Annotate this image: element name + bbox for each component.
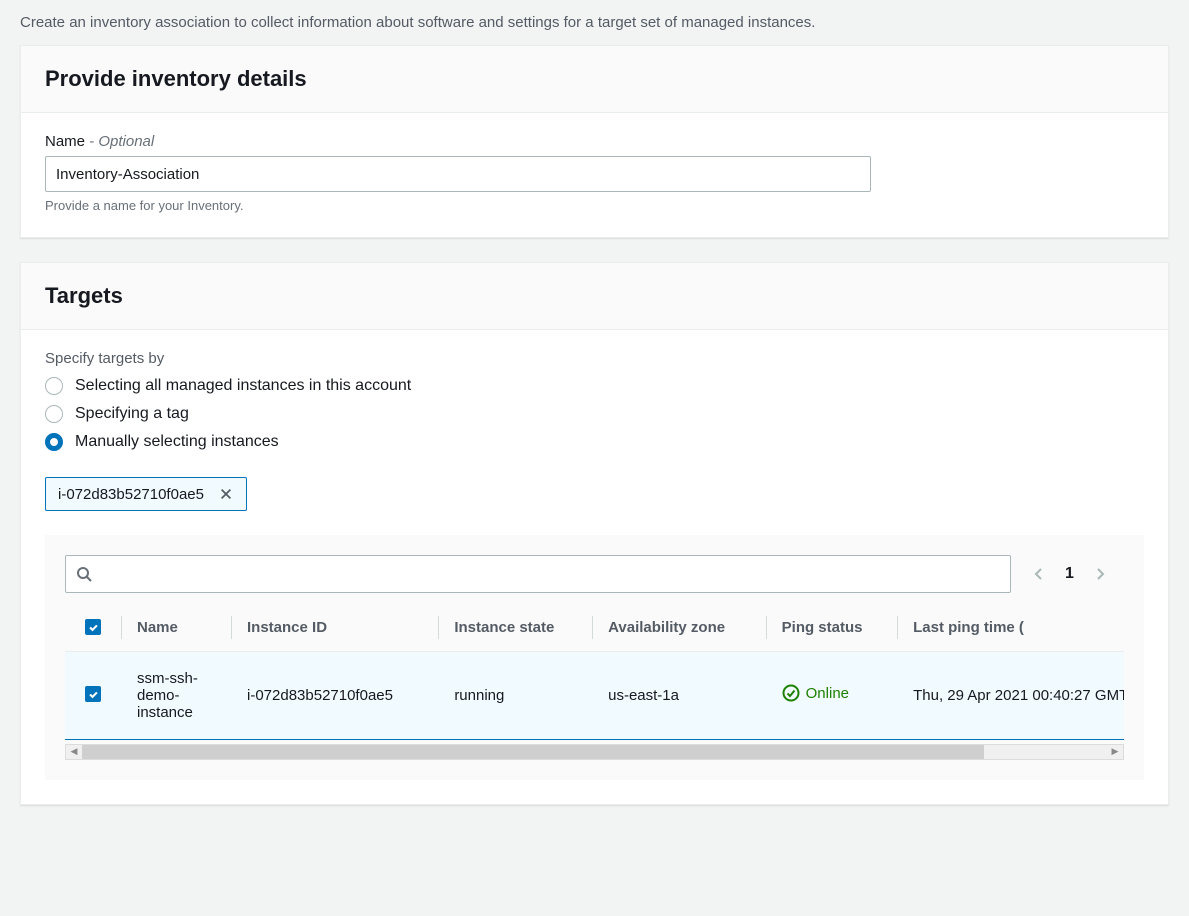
radio-icon <box>45 405 63 423</box>
col-last-ping[interactable]: Last ping time ( <box>897 605 1124 651</box>
chevron-left-icon <box>1031 566 1047 582</box>
header-select-all <box>65 605 121 651</box>
chevron-right-icon <box>1092 566 1108 582</box>
panel-header: Provide inventory details <box>21 46 1168 113</box>
cell-last-ping: Thu, 29 Apr 2021 00:40:27 GMT <box>897 651 1124 739</box>
cell-name: ssm-ssh-demo-instance <box>121 651 231 739</box>
col-availability-zone[interactable]: Availability zone <box>592 605 766 651</box>
cell-az: us-east-1a <box>592 651 766 739</box>
token-label: i-072d83b52710f0ae5 <box>58 486 204 503</box>
col-name[interactable]: Name <box>121 605 231 651</box>
select-all-checkbox[interactable] <box>85 619 101 635</box>
radio-label: Manually selecting instances <box>75 433 279 451</box>
table-header-row: Name Instance ID Instance state Availabi… <box>65 605 1124 651</box>
targets-panel: Targets Specify targets by Selecting all… <box>20 262 1169 805</box>
search-icon <box>76 566 92 582</box>
scroll-left-arrow[interactable]: ◀ <box>66 745 82 759</box>
col-instance-id[interactable]: Instance ID <box>231 605 438 651</box>
name-label-text: Name <box>45 133 85 150</box>
search-text-field[interactable] <box>92 566 1000 583</box>
name-optional-text: - Optional <box>85 133 154 150</box>
targets-title: Targets <box>45 283 1144 309</box>
checkmark-icon <box>88 622 99 633</box>
scroll-track[interactable] <box>82 745 1107 759</box>
ping-status-text: Online <box>806 685 849 702</box>
instances-table: Name Instance ID Instance state Availabi… <box>65 605 1124 740</box>
radio-icon <box>45 433 63 451</box>
inventory-name-input[interactable] <box>45 156 871 192</box>
pagination-next[interactable] <box>1092 566 1108 582</box>
inventory-details-panel: Provide inventory details Name - Optiona… <box>20 45 1169 238</box>
page-description: Create an inventory association to colle… <box>0 0 1189 45</box>
cell-instance-id: i-072d83b52710f0ae5 <box>231 651 438 739</box>
targets-radio-group: Selecting all managed instances in this … <box>45 377 1144 451</box>
radio-all-instances[interactable]: Selecting all managed instances in this … <box>45 377 1144 395</box>
radio-icon <box>45 377 63 395</box>
inventory-details-title: Provide inventory details <box>45 66 1144 92</box>
row-checkbox[interactable] <box>85 686 101 702</box>
col-instance-state[interactable]: Instance state <box>438 605 592 651</box>
radio-specify-tag[interactable]: Specifying a tag <box>45 405 1144 423</box>
cell-ping: Online <box>766 651 897 739</box>
cell-instance-state: running <box>438 651 592 739</box>
checkmark-icon <box>88 689 99 700</box>
table-row[interactable]: ssm-ssh-demo-instance i-072d83b52710f0ae… <box>65 651 1124 739</box>
col-ping-status[interactable]: Ping status <box>766 605 897 651</box>
horizontal-scrollbar[interactable]: ◀ ▶ <box>65 744 1124 760</box>
scroll-right-arrow[interactable]: ▶ <box>1107 745 1123 759</box>
panel-header: Targets <box>21 263 1168 330</box>
ping-status-badge: Online <box>782 684 849 702</box>
selected-instance-token: i-072d83b52710f0ae5 <box>45 477 247 511</box>
instances-table-wrapper: Name Instance ID Instance state Availabi… <box>65 605 1124 740</box>
radio-label: Specifying a tag <box>75 405 189 423</box>
name-field-label: Name - Optional <box>45 133 1144 150</box>
radio-manual-instances[interactable]: Manually selecting instances <box>45 433 1144 451</box>
pagination-prev[interactable] <box>1031 566 1047 582</box>
scroll-thumb[interactable] <box>82 745 984 759</box>
token-remove-button[interactable] <box>216 484 236 504</box>
status-positive-icon <box>782 684 800 702</box>
radio-label: Selecting all managed instances in this … <box>75 377 411 395</box>
close-icon <box>219 487 233 501</box>
name-hint: Provide a name for your Inventory. <box>45 198 1144 213</box>
pagination-current: 1 <box>1065 565 1074 583</box>
instances-search-input[interactable] <box>65 555 1011 593</box>
specify-targets-label: Specify targets by <box>45 350 1144 367</box>
instances-container: 1 <box>45 535 1144 780</box>
pagination: 1 <box>1031 565 1108 583</box>
